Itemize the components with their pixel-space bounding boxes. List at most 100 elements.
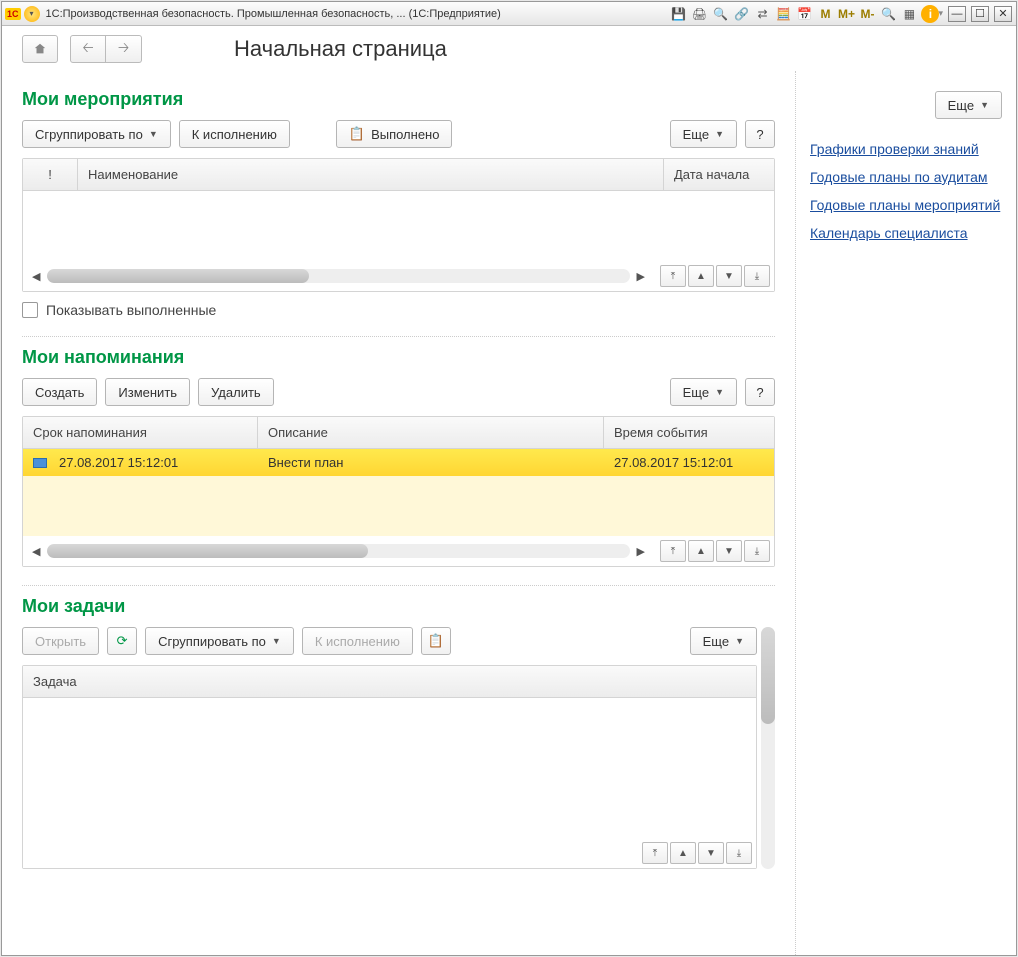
tasks-v-scrollbar[interactable] <box>761 627 775 869</box>
home-button[interactable] <box>22 35 58 63</box>
show-done-checkbox[interactable] <box>22 302 38 318</box>
compare-icon[interactable]: ⇄ <box>753 5 771 23</box>
navbar: 🡠 🡢 Начальная страница <box>2 26 1016 71</box>
forward-button[interactable]: 🡢 <box>106 35 142 63</box>
cell-deadline: 27.08.2017 15:12:01 <box>59 455 178 470</box>
chevron-down-icon: ▼ <box>715 387 724 397</box>
page-up-button[interactable]: ▲ <box>688 265 714 287</box>
titlebar: 1C ▾ 1С:Производственная безопасность. П… <box>2 2 1016 26</box>
events-more-button[interactable]: Еще▼ <box>670 120 737 148</box>
zoom-icon[interactable]: 🔍 <box>879 5 897 23</box>
scroll-right-icon[interactable]: ▶ <box>634 270 648 283</box>
page-down-button[interactable]: ▼ <box>716 265 742 287</box>
page-last-button[interactable]: ⤓ <box>744 540 770 562</box>
events-help-button[interactable]: ? <box>745 120 775 148</box>
page-last-button[interactable]: ⤓ <box>744 265 770 287</box>
link-icon[interactable]: 🔗 <box>732 5 750 23</box>
scroll-right-icon[interactable]: ▶ <box>634 545 648 558</box>
calendar-icon[interactable]: 📅 <box>795 5 813 23</box>
done-button[interactable]: 📋Выполнено <box>336 120 453 148</box>
show-done-label: Показывать выполненные <box>46 302 216 318</box>
page-up-button[interactable]: ▲ <box>688 540 714 562</box>
events-toolbar: Сгруппировать по▼ К исполнению 📋Выполнен… <box>22 120 775 148</box>
link-knowledge-check[interactable]: Графики проверки знаний <box>810 141 1002 157</box>
chevron-down-icon: ▼ <box>980 100 989 110</box>
reminders-table: Срок напоминания Описание Время события … <box>22 416 775 567</box>
link-specialist-calendar[interactable]: Календарь специалиста <box>810 225 1002 241</box>
app-dropdown-icon[interactable]: ▾ <box>24 6 40 22</box>
more-label: Еще <box>948 98 974 113</box>
reminders-table-header: Срок напоминания Описание Время события <box>23 417 774 449</box>
page-down-button[interactable]: ▼ <box>698 842 724 864</box>
show-done-row: Показывать выполненные <box>22 302 775 318</box>
edit-button[interactable]: Изменить <box>105 378 190 406</box>
clipboard-check-icon: 📋 <box>349 126 365 142</box>
preview-icon[interactable]: 🔍 <box>711 5 729 23</box>
col-desc[interactable]: Описание <box>258 417 604 448</box>
print-icon[interactable]: 🖨 <box>690 5 708 23</box>
link-audit-plans[interactable]: Годовые планы по аудитам <box>810 169 1002 185</box>
tasks-more-button[interactable]: Еще ▼ <box>690 627 757 655</box>
empty-row <box>23 476 774 536</box>
page-first-button[interactable]: ⤒ <box>660 265 686 287</box>
col-deadline[interactable]: Срок напоминания <box>23 417 258 448</box>
page-first-button[interactable]: ⤒ <box>660 540 686 562</box>
close-button[interactable]: ✕ <box>994 6 1012 22</box>
reminders-table-footer: ◀ ▶ ⤒ ▲ ▼ ⤓ <box>23 536 774 566</box>
h-scrollbar[interactable] <box>47 544 629 558</box>
reminders-help-button[interactable]: ? <box>745 378 775 406</box>
info-icon[interactable]: i <box>921 5 939 23</box>
create-button[interactable]: Создать <box>22 378 97 406</box>
tasks-table-header: Задача <box>23 666 756 698</box>
scroll-left-icon[interactable]: ◀ <box>29 270 43 283</box>
nav-history-group: 🡠 🡢 <box>70 35 142 63</box>
tasks-group-by-button[interactable]: Сгруппировать по▼ <box>145 627 294 655</box>
calculator-icon[interactable]: 🧮 <box>774 5 792 23</box>
table-row[interactable]: 27.08.2017 15:12:01 Внести план 27.08.20… <box>23 449 774 476</box>
side-more-button[interactable]: Еще ▼ <box>935 91 1002 119</box>
refresh-button[interactable]: ⟳ <box>107 627 137 655</box>
link-event-plans[interactable]: Годовые планы мероприятий <box>810 197 1002 213</box>
clipboard-icon: 📋 <box>428 633 444 649</box>
divider <box>22 585 775 586</box>
reminders-more-button[interactable]: Еще ▼ <box>670 378 737 406</box>
more-label: Еще <box>703 634 729 649</box>
reminders-toolbar: Создать Изменить Удалить Еще ▼ ? <box>22 378 775 406</box>
page-first-button[interactable]: ⤒ <box>642 842 668 864</box>
col-event-time[interactable]: Время события <box>604 417 774 448</box>
panels-icon[interactable]: ▦ <box>900 5 918 23</box>
h-scrollbar[interactable] <box>47 269 629 283</box>
col-start[interactable]: Дата начала <box>664 159 774 190</box>
save-icon[interactable]: 💾 <box>669 5 687 23</box>
memory-mminus-button[interactable]: M- <box>858 5 876 23</box>
reminders-table-body: 27.08.2017 15:12:01 Внести план 27.08.20… <box>23 449 774 536</box>
tasks-to-execution-button[interactable]: К исполнению <box>302 627 413 655</box>
scroll-left-icon[interactable]: ◀ <box>29 545 43 558</box>
cell-event-time: 27.08.2017 15:12:01 <box>604 449 774 476</box>
open-button[interactable]: Открыть <box>22 627 99 655</box>
col-task[interactable]: Задача <box>23 666 756 697</box>
memory-m-button[interactable]: M <box>816 5 834 23</box>
back-button[interactable]: 🡠 <box>70 35 106 63</box>
info-dropdown-icon[interactable]: ▾ <box>938 8 943 19</box>
tasks-clipboard-button[interactable]: 📋 <box>421 627 451 655</box>
page-last-button[interactable]: ⤓ <box>726 842 752 864</box>
events-table-footer: ◀ ▶ ⤒ ▲ ▼ ⤓ <box>23 261 774 291</box>
to-execution-button[interactable]: К исполнению <box>179 120 290 148</box>
page-title: Начальная страница <box>234 36 447 62</box>
more-label: Еще <box>683 385 709 400</box>
minimize-button[interactable]: — <box>948 6 966 22</box>
delete-button[interactable]: Удалить <box>198 378 274 406</box>
col-name[interactable]: Наименование <box>78 159 664 190</box>
window-title: 1С:Производственная безопасность. Промыш… <box>46 8 501 20</box>
group-by-button[interactable]: Сгруппировать по▼ <box>22 120 171 148</box>
col-icon[interactable]: ! <box>23 159 78 190</box>
page-down-button[interactable]: ▼ <box>716 540 742 562</box>
page-up-button[interactable]: ▲ <box>670 842 696 864</box>
chevron-down-icon: ▼ <box>735 636 744 646</box>
app-logo-icon: 1C <box>5 8 21 20</box>
chevron-down-icon: ▼ <box>715 129 724 139</box>
app-window: 1C ▾ 1С:Производственная безопасность. П… <box>1 1 1017 956</box>
memory-mplus-button[interactable]: M+ <box>837 5 855 23</box>
maximize-button[interactable]: ☐ <box>971 6 989 22</box>
